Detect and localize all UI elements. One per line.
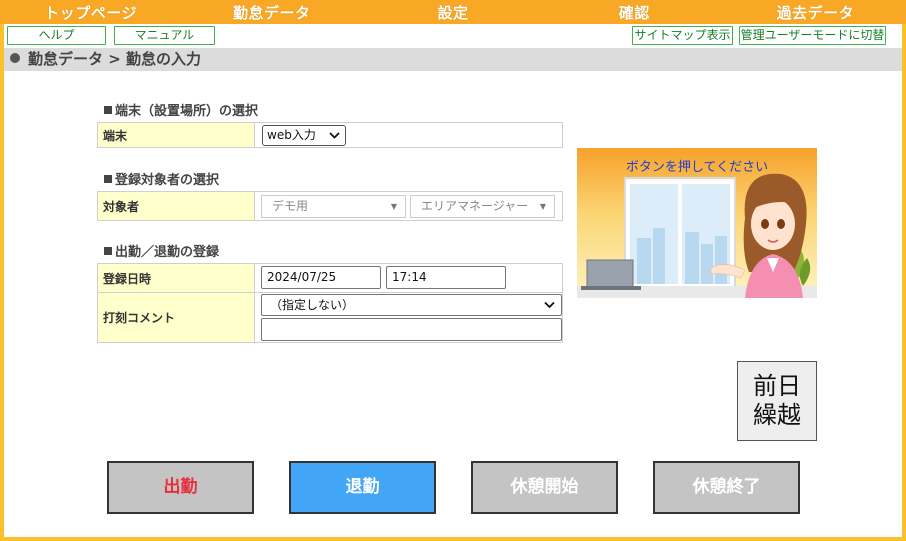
clock-out-button[interactable]: 退勤 — [289, 461, 436, 514]
guide-illustration: ボタンを押してください — [577, 148, 817, 298]
section-title-punch-text: 出勤／退勤の登録 — [115, 245, 220, 260]
breadcrumb: 勤怠データ > 勤怠の入力 — [4, 48, 902, 71]
person-select[interactable]: エリアマネージャー ▼ — [410, 195, 555, 218]
datetime-label: 登録日時 — [98, 264, 255, 292]
sitemap-button[interactable]: サイトマップ表示 — [632, 26, 733, 45]
group-select-value: デモ用 — [272, 199, 309, 213]
bullet-icon — [10, 53, 20, 63]
group-select[interactable]: デモ用 ▼ — [261, 195, 406, 218]
square-bullet-icon — [104, 106, 112, 114]
help-button[interactable]: ヘルプ — [7, 26, 106, 45]
chevron-down-icon — [329, 126, 340, 151]
target-row: 対象者 デモ用 ▼ エリアマネージャー ▼ — [97, 191, 563, 221]
datetime-row: 登録日時 2024/07/25 17:14 — [97, 263, 563, 293]
square-bullet-icon — [104, 247, 112, 255]
section-title-target-text: 登録対象者の選択 — [115, 173, 220, 188]
section-title-terminal: 端末（設置場所）の選択 — [104, 100, 258, 119]
prev-day-carryover-button[interactable]: 前日 繰越 — [737, 361, 817, 441]
comment-label: 打刻コメント — [98, 293, 255, 342]
time-input[interactable]: 17:14 — [386, 266, 506, 289]
square-bullet-icon — [104, 175, 112, 183]
section-title-target: 登録対象者の選択 — [104, 169, 219, 188]
nav-past-data[interactable]: 過去データ — [725, 0, 906, 24]
comment-input[interactable] — [261, 318, 562, 341]
prev-day-line2: 繰越 — [753, 401, 801, 429]
top-nav: トップページ 勤怠データ 設定 確認 過去データ — [0, 0, 906, 24]
target-label: 対象者 — [98, 192, 255, 220]
terminal-select[interactable]: web入力 — [262, 125, 346, 146]
comment-row: 打刻コメント （指定しない） — [97, 293, 563, 343]
nav-confirm[interactable]: 確認 — [544, 0, 725, 24]
person-select-value: エリアマネージャー — [421, 199, 529, 213]
break-end-button[interactable]: 休憩終了 — [653, 461, 800, 514]
prev-day-line1: 前日 — [753, 372, 801, 400]
date-input[interactable]: 2024/07/25 — [261, 266, 381, 289]
section-title-terminal-text: 端末（設置場所）の選択 — [115, 104, 259, 119]
nav-settings[interactable]: 設定 — [362, 0, 543, 24]
manual-button[interactable]: マニュアル — [114, 26, 215, 45]
nav-attendance-data[interactable]: 勤怠データ — [181, 0, 362, 24]
section-title-punch: 出勤／退勤の登録 — [104, 241, 219, 260]
terminal-row: 端末 web入力 — [97, 122, 563, 148]
terminal-label: 端末 — [98, 123, 255, 147]
admin-mode-button[interactable]: 管理ユーザーモードに切替 — [739, 26, 886, 45]
illustration-caption: ボタンを押してください — [625, 160, 769, 175]
triangle-down-icon: ▼ — [539, 202, 546, 211]
breadcrumb-text: 勤怠データ > 勤怠の入力 — [28, 50, 202, 68]
break-start-button[interactable]: 休憩開始 — [471, 461, 618, 514]
terminal-select-value: web入力 — [267, 128, 316, 142]
nav-top-page[interactable]: トップページ — [0, 0, 181, 24]
comment-select[interactable]: （指定しない） — [261, 294, 562, 316]
triangle-down-icon: ▼ — [390, 202, 397, 211]
comment-select-value: （指定しない） — [270, 298, 355, 312]
clock-in-button[interactable]: 出勤 — [107, 461, 254, 514]
